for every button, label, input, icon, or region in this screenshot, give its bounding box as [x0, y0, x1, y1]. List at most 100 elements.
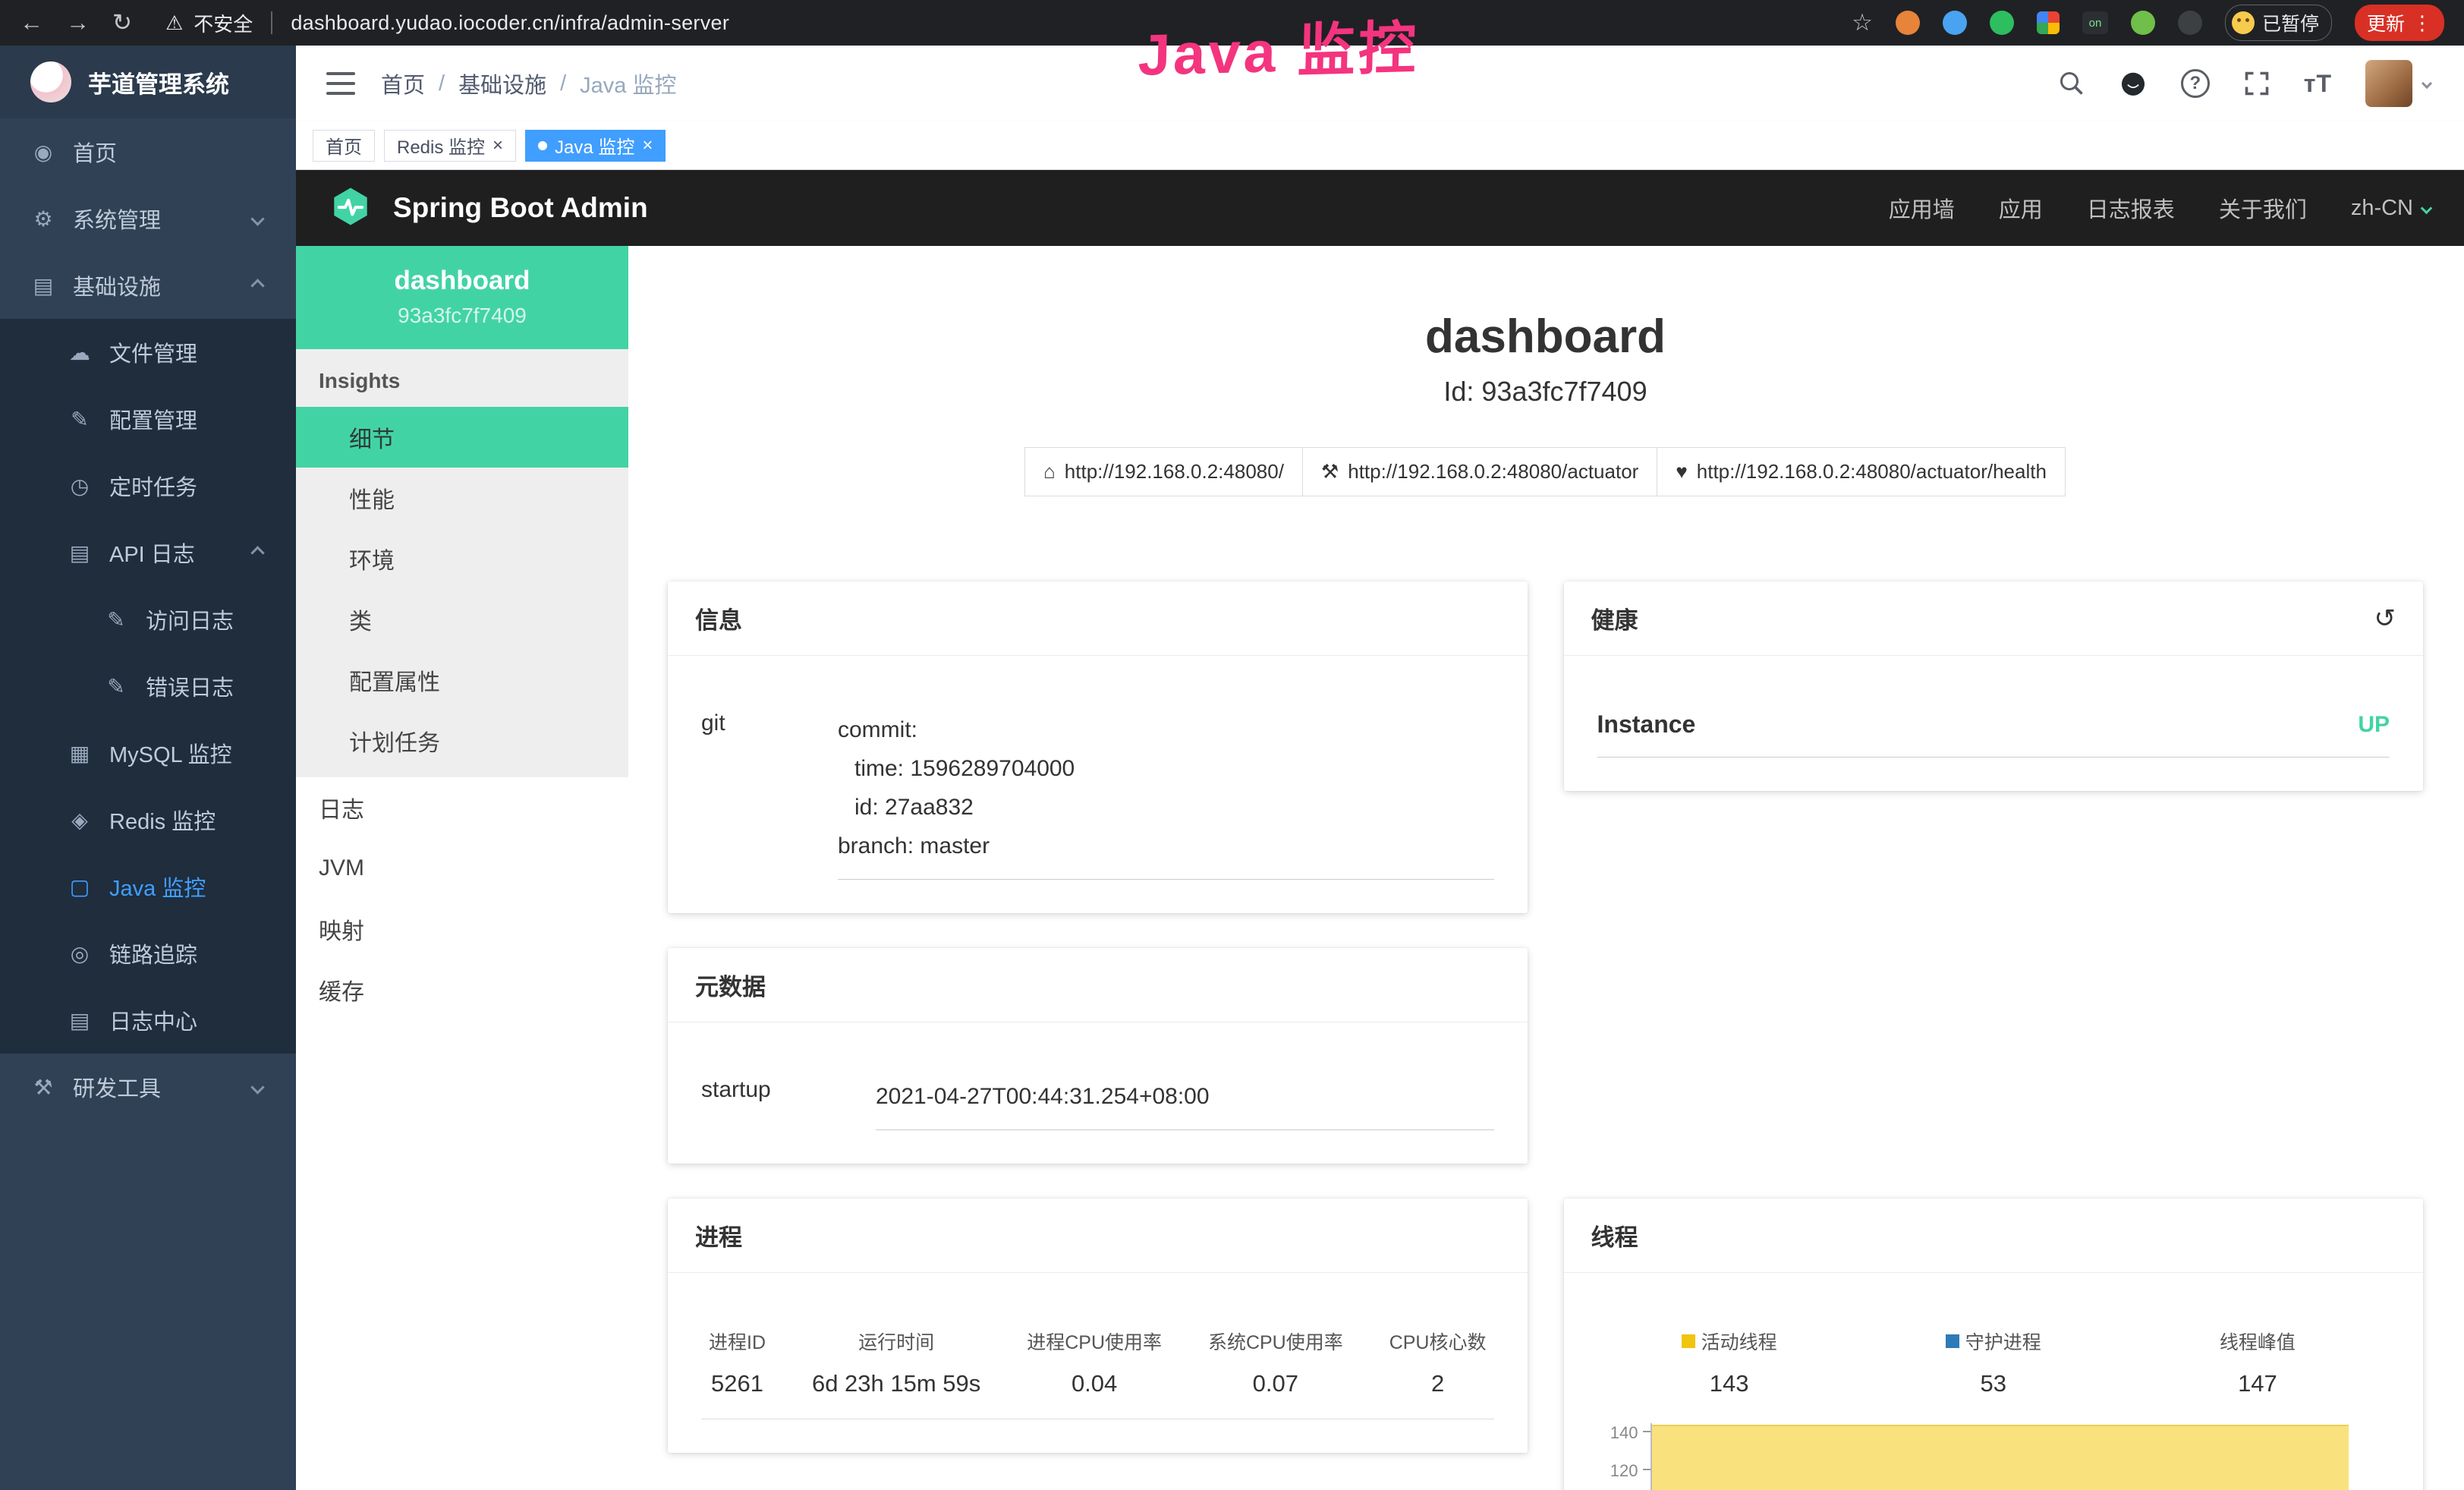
sidebar-item-redis-monitor[interactable]: ◈ Redis 监控 — [0, 786, 296, 853]
sba-nav-applications[interactable]: 应用 — [1999, 192, 2043, 224]
extension-icon-puzzle[interactable] — [2178, 11, 2202, 35]
health-url: http://192.168.0.2:48080/actuator/health — [1697, 460, 2047, 484]
sba-item-logs[interactable]: 日志 — [296, 777, 628, 838]
sidebar-item-access-logs[interactable]: ✎ 访问日志 — [0, 586, 296, 653]
sidebar-item-label: 链路追踪 — [109, 937, 197, 969]
back-icon[interactable]: ← — [20, 9, 43, 36]
monitor-icon: ▢ — [67, 874, 93, 899]
app-logo — [30, 61, 71, 102]
close-icon[interactable]: × — [492, 135, 503, 156]
sidebar-item-error-logs[interactable]: ✎ 错误日志 — [0, 653, 296, 720]
info-line: commit: — [838, 710, 1494, 749]
app-logo-row[interactable]: 芋道管理系统 — [0, 46, 296, 118]
sba-brand[interactable]: Spring Boot Admin — [393, 192, 648, 224]
sidebar-item-dev-tools[interactable]: ⚒ 研发工具 — [0, 1054, 296, 1120]
card-metadata: 元数据 startup 2021-04-27T00:44:31.254+08:0… — [668, 948, 1528, 1164]
search-icon[interactable] — [2058, 70, 2085, 97]
breadcrumb-home[interactable]: 首页 — [381, 68, 425, 99]
health-instance-label[interactable]: Instance — [1597, 710, 1696, 739]
fullscreen-icon[interactable] — [2243, 70, 2270, 97]
sba-navbar: Spring Boot Admin 应用墙 应用 日志报表 关于我们 zh-CN — [296, 170, 2464, 246]
help-icon[interactable]: ? — [2181, 69, 2210, 98]
close-icon[interactable]: × — [642, 135, 653, 156]
instance-url-button[interactable]: ⌂ http://192.168.0.2:48080/ — [1024, 447, 1303, 496]
sba-item-environment[interactable]: 环境 — [296, 528, 628, 589]
sidebar-item-label: Redis 监控 — [109, 804, 216, 836]
health-url-button[interactable]: ♥ http://192.168.0.2:48080/actuator/heal… — [1657, 447, 2066, 496]
sba-nav-about[interactable]: 关于我们 — [2219, 192, 2307, 224]
sba-nav-journal[interactable]: 日志报表 — [2087, 192, 2175, 224]
dashboard-icon: ◉ — [30, 140, 56, 165]
sba-item-metrics[interactable]: 性能 — [296, 468, 628, 528]
font-size-icon[interactable]: тT — [2304, 70, 2332, 98]
tag-home[interactable]: 首页 — [313, 130, 375, 162]
locale-label: zh-CN — [2351, 196, 2413, 221]
sba-nav-wallboard[interactable]: 应用墙 — [1889, 192, 1955, 224]
extension-icon-leaf[interactable] — [2131, 11, 2155, 35]
github-icon[interactable] — [2119, 69, 2148, 98]
extension-icon-orange[interactable] — [1896, 11, 1920, 35]
sidebar-item-java-monitor[interactable]: ▢ Java 监控 — [0, 853, 296, 920]
extension-icon-toggle-on[interactable]: on — [2082, 11, 2108, 34]
gear-icon: ⚙ — [30, 206, 56, 232]
reload-icon[interactable]: ↻ — [112, 9, 132, 36]
main-menu: ◉ 首页 ⚙ 系统管理 ▤ 基础设施 ☁ 文件管理 ✎ 配置管理 — [0, 118, 296, 1490]
sidebar-item-label: 配置管理 — [109, 403, 197, 435]
address-bar[interactable]: ⚠ 不安全 dashboard.yudao.iocoder.cn/infra/a… — [165, 9, 729, 37]
sidebar-item-file-mgmt[interactable]: ☁ 文件管理 — [0, 319, 296, 386]
sba-instance-header[interactable]: dashboard 93a3fc7f7409 — [296, 246, 628, 349]
breadcrumb-infrastructure[interactable]: 基础设施 — [458, 68, 546, 99]
browser-update-button[interactable]: 更新 ⋮ — [2355, 5, 2444, 41]
extension-icon-blue[interactable] — [1943, 11, 1967, 35]
sidebar-item-config-mgmt[interactable]: ✎ 配置管理 — [0, 386, 296, 452]
actuator-url-button[interactable]: ⚒ http://192.168.0.2:48080/actuator — [1302, 447, 1657, 496]
sidebar-item-infrastructure[interactable]: ▤ 基础设施 — [0, 252, 296, 319]
history-icon[interactable]: ↺ — [2374, 603, 2396, 634]
bookmark-star-icon[interactable]: ☆ — [1852, 9, 1873, 36]
forward-icon[interactable]: → — [66, 9, 90, 36]
sba-locale-select[interactable]: zh-CN — [2351, 196, 2431, 221]
card-info-title: 信息 — [695, 601, 742, 635]
chevron-up-icon — [250, 279, 264, 292]
extension-icon-grid[interactable] — [2037, 11, 2060, 34]
breadcrumb-separator: / — [439, 71, 445, 96]
tag-java-monitor[interactable]: Java 监控 × — [525, 130, 666, 162]
sidebar-item-home[interactable]: ◉ 首页 — [0, 118, 296, 185]
user-menu[interactable] — [2365, 60, 2431, 107]
sba-item-jvm[interactable]: JVM — [296, 838, 628, 899]
sba-item-caches[interactable]: 缓存 — [296, 959, 628, 1020]
breadcrumb: 首页 / 基础设施 / Java 监控 — [381, 68, 676, 99]
url-text[interactable]: dashboard.yudao.iocoder.cn/infra/admin-s… — [291, 11, 729, 35]
live-threads-value: 143 — [1597, 1370, 1861, 1397]
sba-item-mappings[interactable]: 映射 — [296, 899, 628, 959]
actuator-url: http://192.168.0.2:48080/actuator — [1348, 460, 1638, 484]
sidebar-item-scheduled-jobs[interactable]: ◷ 定时任务 — [0, 452, 296, 519]
sba-item-scheduled-tasks[interactable]: 计划任务 — [296, 710, 628, 771]
sidebar-item-api-logs[interactable]: ▤ API 日志 — [0, 519, 296, 586]
sba-item-config-props[interactable]: 配置属性 — [296, 650, 628, 710]
sidebar-item-tracing[interactable]: ◎ 链路追踪 — [0, 920, 296, 987]
update-label: 更新 — [2367, 9, 2405, 36]
sidebar-item-label: 文件管理 — [109, 336, 197, 368]
browser-chrome: ← → ↻ ⚠ 不安全 dashboard.yudao.iocoder.cn/i… — [0, 0, 2464, 46]
browser-menu-icon[interactable]: ⋮ — [2412, 11, 2432, 35]
tag-redis-monitor[interactable]: Redis 监控 × — [384, 130, 516, 162]
hamburger-icon[interactable] — [326, 72, 355, 95]
instance-title: dashboard — [668, 310, 2423, 364]
sidebar-item-system-mgmt[interactable]: ⚙ 系统管理 — [0, 185, 296, 252]
url-separator — [271, 11, 272, 34]
sba-item-classes[interactable]: 类 — [296, 589, 628, 650]
process-uptime-value: 6d 23h 15m 59s — [812, 1370, 980, 1397]
extension-icon-green[interactable] — [1990, 11, 2014, 35]
peak-threads-value: 147 — [2126, 1370, 2390, 1397]
sidebar-item-mysql-monitor[interactable]: ▦ MySQL 监控 — [0, 720, 296, 786]
target-icon: ◎ — [67, 941, 93, 966]
card-metadata-title: 元数据 — [695, 968, 766, 1002]
profile-paused-chip[interactable]: 已暂停 — [2225, 5, 2332, 41]
sba-insights-group: Insights 细节 性能 环境 类 配置属性 计划任务 — [296, 349, 628, 777]
chevron-down-icon — [250, 1080, 264, 1094]
tag-label: Java 监控 — [555, 132, 634, 159]
sidebar-item-log-center[interactable]: ▤ 日志中心 — [0, 987, 296, 1054]
process-cpu-value: 0.04 — [1027, 1370, 1162, 1397]
sba-item-details[interactable]: 细节 — [296, 407, 628, 468]
